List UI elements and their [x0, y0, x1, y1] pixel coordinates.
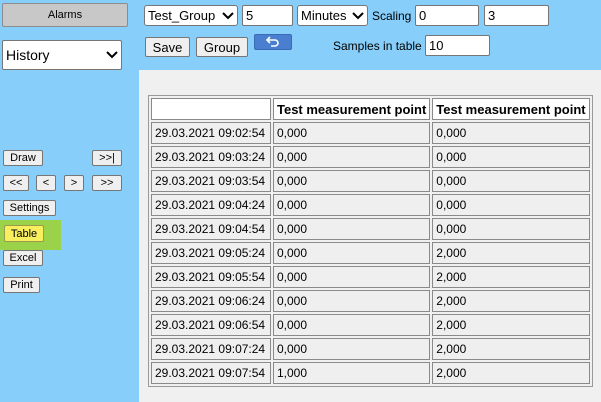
cell-series-1: 0,000	[273, 266, 431, 288]
cell-timestamp: 29.03.2021 09:07:54	[151, 362, 271, 384]
cell-series-2: 0,000	[432, 146, 590, 168]
scaling-min-input[interactable]: 0	[415, 5, 479, 26]
settings-button[interactable]: Settings	[3, 200, 56, 216]
table-row: 29.03.2021 09:04:24 0,000 0,000	[151, 194, 590, 216]
history-table: Test measurement point Test measurement …	[148, 95, 593, 387]
cell-series-2: 0,000	[432, 122, 590, 144]
cell-series-1: 0,000	[273, 218, 431, 240]
table-row: 29.03.2021 09:05:54 0,000 2,000	[151, 266, 590, 288]
cell-timestamp: 29.03.2021 09:04:24	[151, 194, 271, 216]
cell-series-2: 0,000	[432, 170, 590, 192]
cell-series-2: 2,000	[432, 338, 590, 360]
header-series-2: Test measurement point	[432, 98, 590, 120]
group-select[interactable]: Test_Group	[144, 5, 238, 26]
table-row: 29.03.2021 09:07:54 1,000 2,000	[151, 362, 590, 384]
undo-icon	[265, 36, 279, 47]
cell-series-2: 0,000	[432, 218, 590, 240]
alarms-button[interactable]: Alarms	[2, 3, 128, 27]
cell-timestamp: 29.03.2021 09:07:24	[151, 338, 271, 360]
next-page-button[interactable]: >	[64, 175, 84, 191]
cell-series-1: 0,000	[273, 170, 431, 192]
jump-to-end-button[interactable]: >>|	[92, 150, 122, 166]
chevron-down-icon	[222, 11, 234, 19]
cell-series-2: 2,000	[432, 362, 590, 384]
chevron-down-icon	[352, 11, 364, 19]
cell-series-1: 0,000	[273, 314, 431, 336]
cell-series-2: 2,000	[432, 266, 590, 288]
cell-timestamp: 29.03.2021 09:06:24	[151, 290, 271, 312]
draw-button[interactable]: Draw	[3, 150, 43, 166]
cell-timestamp: 29.03.2021 09:05:54	[151, 266, 271, 288]
chevron-down-icon	[106, 51, 118, 59]
view-mode-select[interactable]: History	[2, 40, 122, 70]
table-row: 29.03.2021 09:06:24 0,000 2,000	[151, 290, 590, 312]
print-button[interactable]: Print	[3, 277, 40, 293]
first-page-button[interactable]: <<	[3, 175, 29, 191]
table-row: 29.03.2021 09:07:24 0,000 2,000	[151, 338, 590, 360]
cell-timestamp: 29.03.2021 09:02:54	[151, 122, 271, 144]
cell-series-1: 0,000	[273, 194, 431, 216]
cell-series-1: 0,000	[273, 290, 431, 312]
group-button[interactable]: Group	[196, 37, 248, 57]
group-select-value: Test_Group	[148, 8, 216, 23]
cell-timestamp: 29.03.2021 09:06:54	[151, 314, 271, 336]
excel-export-button[interactable]: Excel	[3, 250, 43, 266]
undo-button[interactable]	[254, 34, 292, 50]
table-row: 29.03.2021 09:06:54 0,000 2,000	[151, 314, 590, 336]
table-row: 29.03.2021 09:03:54 0,000 0,000	[151, 170, 590, 192]
cell-series-2: 2,000	[432, 242, 590, 264]
cell-series-2: 2,000	[432, 314, 590, 336]
cell-series-2: 0,000	[432, 194, 590, 216]
cell-series-2: 2,000	[432, 290, 590, 312]
table-header-row: Test measurement point Test measurement …	[151, 98, 590, 120]
cell-timestamp: 29.03.2021 09:03:54	[151, 170, 271, 192]
table-row: 29.03.2021 09:05:24 0,000 2,000	[151, 242, 590, 264]
samples-label: Samples in table	[333, 39, 422, 53]
table-view-button[interactable]: Table	[4, 225, 44, 242]
cell-series-1: 0,000	[273, 146, 431, 168]
save-button[interactable]: Save	[145, 37, 190, 57]
table-row: 29.03.2021 09:03:24 0,000 0,000	[151, 146, 590, 168]
time-unit-select[interactable]: Minutes	[297, 5, 368, 26]
cell-timestamp: 29.03.2021 09:04:54	[151, 218, 271, 240]
scaling-max-input[interactable]: 3	[484, 5, 549, 26]
cell-series-1: 0,000	[273, 242, 431, 264]
period-input[interactable]: 5	[242, 5, 293, 26]
samples-input[interactable]: 10	[425, 35, 490, 56]
last-page-button[interactable]: >>	[92, 175, 122, 191]
table-row: 29.03.2021 09:04:54 0,000 0,000	[151, 218, 590, 240]
cell-timestamp: 29.03.2021 09:03:24	[151, 146, 271, 168]
time-unit-value: Minutes	[301, 8, 347, 23]
cell-timestamp: 29.03.2021 09:05:24	[151, 242, 271, 264]
table-row: 29.03.2021 09:02:54 0,000 0,000	[151, 122, 590, 144]
header-timestamp	[151, 98, 271, 120]
header-series-1: Test measurement point	[273, 98, 431, 120]
view-mode-value: History	[6, 47, 50, 63]
previous-page-button[interactable]: <	[36, 175, 56, 191]
cell-series-1: 1,000	[273, 362, 431, 384]
scaling-label: Scaling	[372, 9, 412, 23]
cell-series-1: 0,000	[273, 122, 431, 144]
cell-series-1: 0,000	[273, 338, 431, 360]
